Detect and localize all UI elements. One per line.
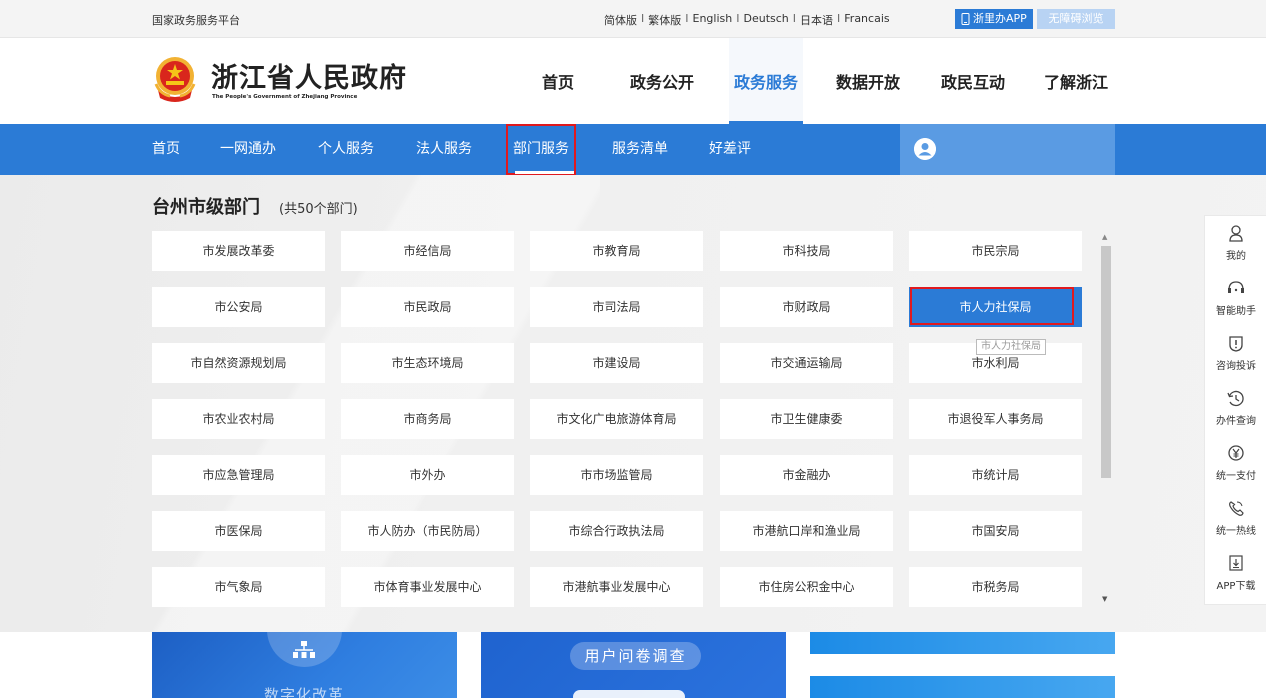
department-item[interactable]: 市商务局	[341, 399, 514, 439]
lang-japanese[interactable]: 日本语	[800, 12, 833, 28]
platform-link[interactable]: 国家政务服务平台	[152, 12, 240, 28]
department-item[interactable]: 市农业农村局	[152, 399, 325, 439]
survey-card[interactable]: 用户问卷调查	[481, 632, 786, 698]
department-item[interactable]: 市科技局	[720, 231, 893, 271]
subnav-department[interactable]: 部门服务	[506, 124, 576, 175]
department-item[interactable]: 市气象局	[152, 567, 325, 607]
lang-traditional[interactable]: 繁体版	[648, 12, 681, 28]
survey-button[interactable]	[573, 690, 685, 698]
department-item[interactable]: 市人力社保局	[909, 287, 1082, 327]
department-item[interactable]: 市文化广电旅游体育局	[530, 399, 703, 439]
history-icon	[1227, 390, 1244, 407]
toolbar-payment[interactable]: 统一支付	[1205, 444, 1266, 483]
yuan-icon	[1228, 445, 1244, 461]
department-item[interactable]: 市港航事业发展中心	[530, 567, 703, 607]
department-item[interactable]: 市税务局	[909, 567, 1082, 607]
subnav-service-list[interactable]: 服务清单	[612, 124, 668, 175]
department-item[interactable]: 市国安局	[909, 511, 1082, 551]
subnav-home[interactable]: 首页	[152, 124, 180, 175]
department-item[interactable]: 市体育事业发展中心	[341, 567, 514, 607]
scroll-up-arrow-icon[interactable]: ▲	[1102, 233, 1107, 241]
nav-interaction[interactable]: 政民互动	[925, 38, 1021, 124]
department-item[interactable]: 市发展改革委	[152, 231, 325, 271]
department-item[interactable]: 市司法局	[530, 287, 703, 327]
assistant-icon	[1228, 281, 1244, 293]
lang-english[interactable]: English	[693, 12, 733, 28]
toolbar-assistant[interactable]: 智能助手	[1205, 279, 1266, 318]
language-switcher: 简体版 I 繁体版 I English I Deutsch I 日本语 I Francai…	[604, 12, 890, 28]
panel-title: 台州市级部门	[152, 197, 260, 218]
scrollbar-thumb[interactable]	[1101, 246, 1111, 478]
department-item[interactable]: 市人防办（市民防局）	[341, 511, 514, 551]
app-button-label: 浙里办APP	[973, 12, 1027, 25]
department-item[interactable]: 市医保局	[152, 511, 325, 551]
department-item[interactable]: 市民政局	[341, 287, 514, 327]
lang-french[interactable]: Francais	[844, 12, 889, 28]
toolbar-query[interactable]: 办件查询	[1205, 389, 1266, 428]
subnav-corporate[interactable]: 法人服务	[416, 124, 472, 175]
department-item[interactable]: 市民宗局	[909, 231, 1082, 271]
logo-subtitle: The People's Government of Zhejiang Prov…	[212, 94, 358, 100]
department-item[interactable]: 市教育局	[530, 231, 703, 271]
department-item[interactable]: 市经信局	[341, 231, 514, 271]
app-download-button[interactable]: 浙里办APP	[955, 9, 1033, 29]
right-toolbar: 我的 智能助手 咨询投诉 办件查询 统一支付 统一热线 APP下载	[1204, 215, 1266, 605]
department-item[interactable]: 市住房公积金中心	[720, 567, 893, 607]
org-chart-icon	[293, 641, 315, 658]
nav-gov-services[interactable]: 政务服务	[729, 38, 803, 124]
subnav-one-stop[interactable]: 一网通办	[220, 124, 276, 175]
department-item[interactable]: 市自然资源规划局	[152, 343, 325, 383]
nav-gov-affairs[interactable]: 政务公开	[614, 38, 710, 124]
site-header: 浙江省人民政府 The People's Government of Zheji…	[0, 38, 1266, 124]
department-item[interactable]: 市交通运输局	[720, 343, 893, 383]
toolbar-my[interactable]: 我的	[1205, 224, 1266, 263]
department-item[interactable]: 市卫生健康委	[720, 399, 893, 439]
department-item[interactable]: 市应急管理局	[152, 455, 325, 495]
promo-card-bottom[interactable]	[810, 676, 1115, 698]
mobile-icon	[961, 13, 970, 25]
department-item[interactable]: 市公安局	[152, 287, 325, 327]
national-emblem-icon[interactable]	[152, 54, 198, 104]
tooltip: 市人力社保局	[976, 339, 1046, 355]
logo-title[interactable]: 浙江省人民政府	[211, 56, 407, 95]
digital-reform-card[interactable]: 数字化改革	[152, 632, 457, 698]
toolbar-hotline[interactable]: 统一热线	[1205, 499, 1266, 538]
department-item[interactable]: 市退役军人事务局	[909, 399, 1082, 439]
department-item[interactable]: 市建设局	[530, 343, 703, 383]
lang-simplified[interactable]: 简体版	[604, 12, 637, 28]
user-icon	[1229, 225, 1243, 242]
service-subnav: 首页 一网通办 个人服务 法人服务 部门服务 服务清单 好差评	[0, 124, 1266, 175]
toolbar-complaint[interactable]: 咨询投诉	[1205, 334, 1266, 373]
department-item[interactable]: 市市场监管局	[530, 455, 703, 495]
complaint-icon	[1229, 336, 1243, 352]
avatar-icon[interactable]	[914, 138, 936, 160]
lang-deutsch[interactable]: Deutsch	[743, 12, 788, 28]
top-utility-bar: 国家政务服务平台 简体版 I 繁体版 I English I Deutsch I 日本语…	[0, 0, 1266, 38]
nav-open-data[interactable]: 数据开放	[820, 38, 916, 124]
department-item[interactable]: 市金融办	[720, 455, 893, 495]
download-icon	[1229, 555, 1243, 571]
department-item[interactable]: 市港航口岸和渔业局	[720, 511, 893, 551]
toolbar-app-download[interactable]: APP下载	[1205, 554, 1266, 593]
active-underline	[515, 171, 574, 174]
department-item[interactable]: 市生态环境局	[341, 343, 514, 383]
nav-about-zhejiang[interactable]: 了解浙江	[1030, 38, 1122, 124]
survey-label: 用户问卷调查	[570, 642, 701, 670]
subnav-rating[interactable]: 好差评	[709, 124, 751, 175]
nav-home[interactable]: 首页	[522, 38, 594, 124]
phone-icon	[1229, 501, 1244, 516]
digital-reform-label: 数字化改革	[264, 686, 345, 698]
department-item[interactable]: 市外办	[341, 455, 514, 495]
accessibility-button[interactable]: 无障碍浏览	[1037, 9, 1115, 29]
department-item[interactable]: 市统计局	[909, 455, 1082, 495]
scroll-down-arrow-icon[interactable]: ▼	[1102, 595, 1107, 603]
subnav-personal[interactable]: 个人服务	[318, 124, 374, 175]
department-item[interactable]: 市财政局	[720, 287, 893, 327]
department-item[interactable]: 市综合行政执法局	[530, 511, 703, 551]
department-count: (共50个部门)	[279, 202, 358, 217]
promo-card-top[interactable]	[810, 632, 1115, 654]
